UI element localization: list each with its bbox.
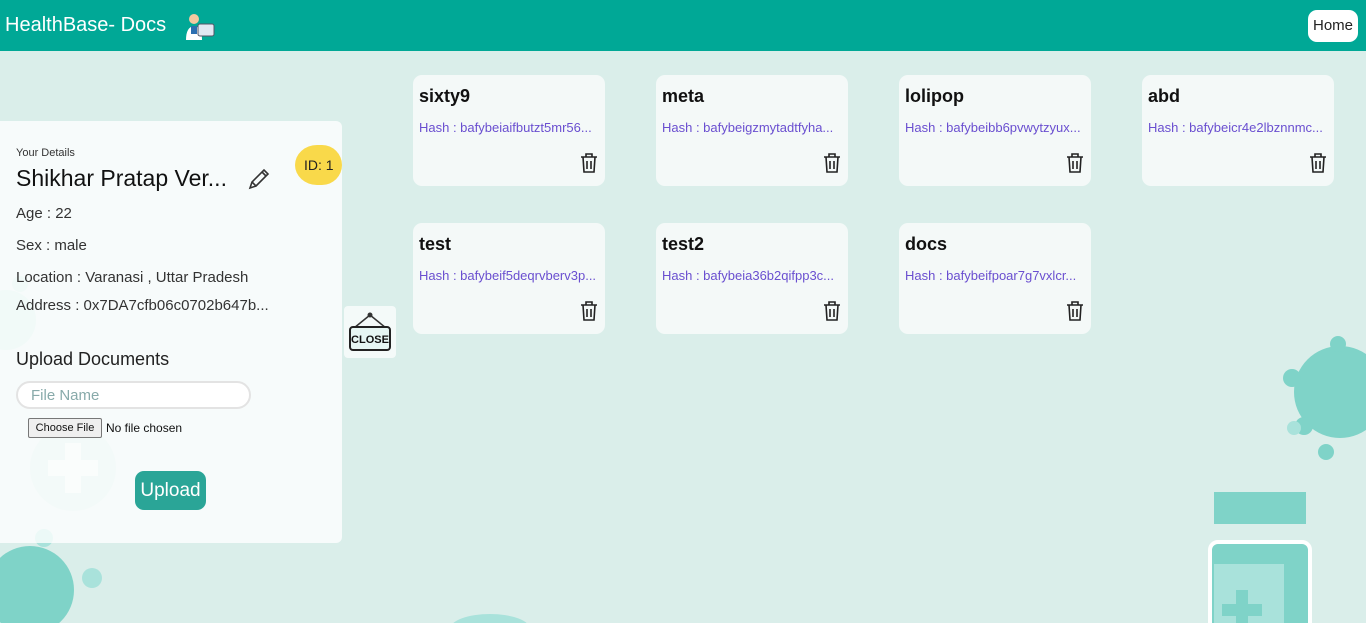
document-card[interactable]: abd Hash : bafybeicr4e2lbznnmc... <box>1142 75 1334 186</box>
location-text: Location : Varanasi , Uttar Pradesh <box>16 269 249 286</box>
document-hash[interactable]: Hash : bafybeicr4e2lbznnmc... <box>1148 120 1330 135</box>
age-text: Age : 22 <box>16 205 72 222</box>
document-hash[interactable]: Hash : bafybeifpoar7g7vxlcr... <box>905 268 1087 283</box>
profile-name: Shikhar Pratap Ver... <box>16 165 227 191</box>
no-file-chosen-text: No file chosen <box>106 421 183 435</box>
document-hash[interactable]: Hash : bafybeibb6pvwytzyux... <box>905 120 1087 135</box>
brand-title: HealthBase- Docs <box>5 14 167 36</box>
profile-panel: Your Details Shikhar Pratap Ver... ID: 1… <box>0 121 342 543</box>
document-title: abd <box>1148 86 1181 106</box>
document-card[interactable]: test Hash : bafybeif5deqrvberv3p... <box>413 223 605 334</box>
document-title: docs <box>905 234 948 254</box>
brand[interactable]: HealthBase- Docs <box>5 12 216 40</box>
document-title: sixty9 <box>419 86 471 106</box>
document-title: test2 <box>662 234 705 254</box>
navbar: HealthBase- Docs Home <box>0 0 1366 51</box>
close-sign-icon: CLOSE <box>349 312 391 351</box>
trash-icon[interactable] <box>1065 300 1085 322</box>
document-card[interactable]: meta Hash : bafybeigzmytadtfyha... <box>656 75 848 186</box>
trash-icon[interactable] <box>822 300 842 322</box>
address-text: Address : 0x7DA7cfb06c0702b647b... <box>16 297 269 314</box>
trash-icon[interactable] <box>579 300 599 322</box>
doctor-logo-icon <box>186 13 215 40</box>
document-card[interactable]: docs Hash : bafybeifpoar7g7vxlcr... <box>899 223 1091 334</box>
virus-decoration-right <box>1283 336 1366 460</box>
sex-text: Sex : male <box>16 237 87 254</box>
upload-button[interactable]: Upload <box>135 471 206 510</box>
virus-decoration-bottom <box>450 614 530 623</box>
close-sign-button[interactable]: CLOSE <box>344 306 396 358</box>
document-title: test <box>419 234 452 254</box>
document-hash[interactable]: Hash : bafybeiaifbutzt5mr56... <box>419 120 601 135</box>
pencil-icon[interactable] <box>246 166 272 192</box>
document-hash[interactable]: Hash : bafybeigzmytadtfyha... <box>662 120 844 135</box>
trash-icon[interactable] <box>822 152 842 174</box>
your-details-label: Your Details <box>16 147 75 159</box>
id-badge: ID: 1 <box>295 145 342 185</box>
trash-icon[interactable] <box>1308 152 1328 174</box>
document-card[interactable]: test2 Hash : bafybeia36b2qifpp3c... <box>656 223 848 334</box>
document-card[interactable]: sixty9 Hash : bafybeiaifbutzt5mr56... <box>413 75 605 186</box>
document-title: meta <box>662 86 705 106</box>
trash-icon[interactable] <box>1065 152 1085 174</box>
document-card[interactable]: lolipop Hash : bafybeibb6pvwytzyux... <box>899 75 1091 186</box>
medicine-bottle-decoration <box>1208 492 1312 623</box>
document-hash[interactable]: Hash : bafybeia36b2qifpp3c... <box>662 268 844 283</box>
choose-file-button[interactable]: Choose File <box>28 418 102 438</box>
trash-icon[interactable] <box>579 152 599 174</box>
close-sign-text: CLOSE <box>351 334 389 346</box>
document-hash[interactable]: Hash : bafybeif5deqrvberv3p... <box>419 268 601 283</box>
upload-documents-title: Upload Documents <box>16 349 170 369</box>
file-name-input[interactable] <box>16 381 251 409</box>
home-button[interactable]: Home <box>1307 10 1358 42</box>
document-title: lolipop <box>905 86 964 106</box>
